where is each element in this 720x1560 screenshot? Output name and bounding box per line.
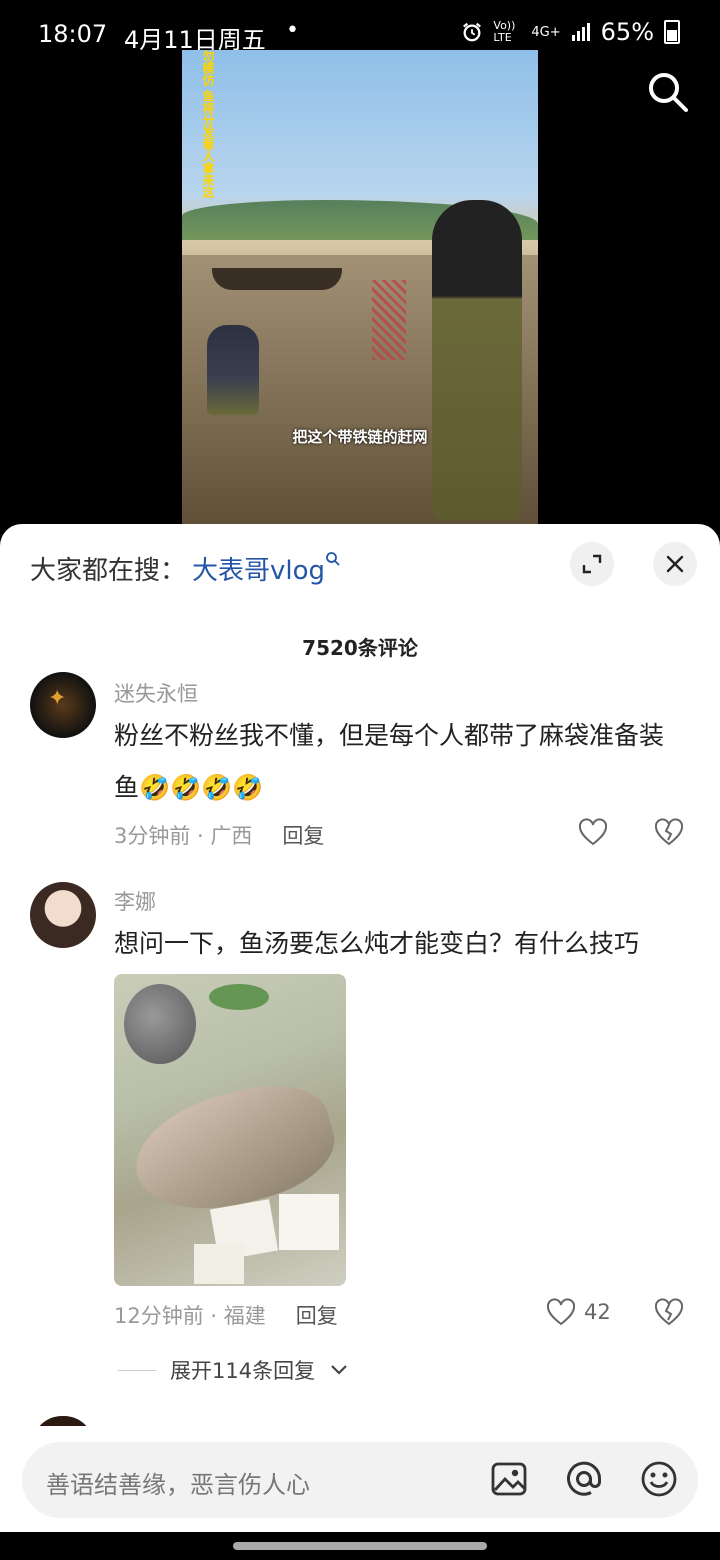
video-person-standing [432,200,522,520]
comment-input[interactable]: 善语结善缘，恶言伤人心 [22,1442,698,1518]
search-suggest-keyword-text: 大表哥vlog [192,556,326,586]
broken-heart-icon [654,818,684,846]
image-icon[interactable] [488,1458,530,1500]
divider-line [118,1369,156,1371]
close-icon [666,555,684,573]
emoji-icon[interactable] [638,1458,680,1500]
dislike-button[interactable] [654,1298,684,1330]
notification-dot: • [286,18,299,43]
small-search-icon [326,552,340,566]
signal-icon [571,23,590,41]
avatar[interactable]: ✦ [30,672,96,738]
comment-count: 7520条评论 [302,636,418,660]
image-ladle [124,984,196,1064]
comment-image[interactable] [114,974,346,1286]
comment-time-location: 12分钟前 · 福建 [114,1304,266,1328]
reply-button[interactable]: 回复 [296,1304,338,1328]
sheet-header: 大家都在搜： 大表哥vlog [0,524,720,604]
dislike-button[interactable] [654,818,684,850]
heart-icon [546,1298,576,1326]
comment-meta: 12分钟前 · 福建 回复 [114,1300,338,1330]
image-tofu [279,1194,339,1250]
search-icon[interactable] [646,70,690,114]
status-bar: 18:07 4月11日周五 • Vo)) LTE 4G+ 65% [0,0,720,54]
expand-icon [582,554,602,574]
battery-icon [664,20,680,44]
video-player[interactable]: 勿模仿 鱼将分发看人拿来这 把这个带铁链的赶网 [182,50,538,530]
comment-username[interactable]: 迷失永恒 [114,678,198,708]
status-icons: Vo)) LTE 4G+ 65% [461,18,680,46]
heart-icon [578,818,608,846]
navigation-bar [0,1532,720,1560]
broken-heart-icon [654,1298,684,1326]
comment-username[interactable]: 李娜 [114,886,156,916]
close-button[interactable] [653,542,697,586]
status-time: 18:07 [38,20,108,48]
expand-replies-label: 展开114条回复 [170,1359,316,1383]
like-button[interactable]: 42 [546,1298,611,1326]
volte-indicator: Vo)) LTE [493,19,516,44]
chevron-down-icon [331,1365,347,1375]
comment-meta: 3分钟前 · 广西 回复 [114,820,324,850]
search-suggest-keyword[interactable]: 大表哥vlog [192,550,341,587]
video-vertical-caption: 勿模仿 鱼将分发看人拿来这 [201,50,215,199]
video-person-kneeling [207,325,259,415]
video-subtitle: 把这个带铁链的赶网 [292,428,428,446]
like-count: 42 [584,1300,611,1324]
battery-percent: 65% [600,18,654,46]
image-tofu [194,1244,244,1284]
video-boat [212,268,342,290]
alarm-icon [463,22,482,42]
comment-input-placeholder: 善语结善缘，恶言伤人心 [46,1471,310,1499]
comment-time-location: 3分钟前 · 广西 [114,824,253,848]
avatar[interactable] [30,882,96,948]
at-icon[interactable] [563,1458,605,1500]
comment-text: 想问一下，鱼汤要怎么炖才能变白？有什么技巧 [114,929,640,958]
network-type: 4G+ [531,24,561,40]
search-suggest-prefix: 大家都在搜： [30,556,187,586]
image-leaf [209,984,269,1010]
like-button[interactable] [578,818,608,846]
expand-replies-button[interactable]: 展开114条回复 [118,1355,349,1385]
comments-sheet: 大家都在搜： 大表哥vlog 7520条评论 ✦ 迷失永恒 粉丝不粉丝我不懂，但… [0,524,720,1560]
comment-text: 粉丝不粉丝我不懂，但是每个人都带了麻袋准备装鱼🤣🤣🤣🤣 [114,721,665,802]
home-gesture-bar[interactable] [233,1542,487,1550]
video-net [372,280,406,360]
reply-button[interactable]: 回复 [282,824,324,848]
fullscreen-button[interactable] [570,542,614,586]
